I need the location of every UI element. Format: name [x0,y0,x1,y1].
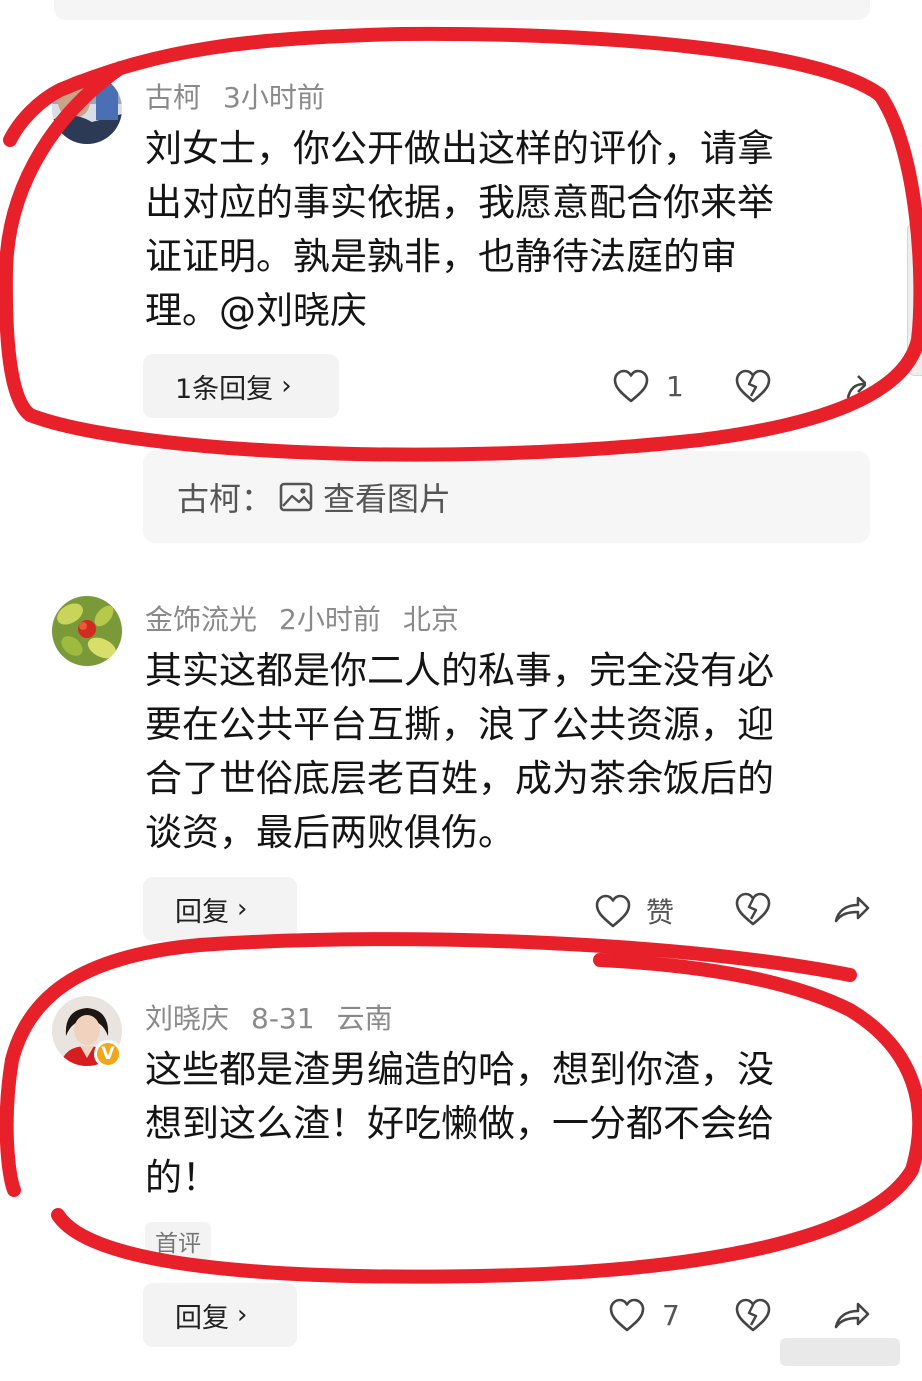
chevron-right-icon: › [281,371,292,401]
timestamp: 3小时前 [223,81,325,114]
like-count: 7 [662,1298,680,1332]
timestamp: 8-31 [251,1002,315,1035]
location: 北京 [402,603,459,636]
share-button[interactable] [832,1299,870,1331]
comment-text: 这些都是渣男编造的哈，想到你渣，没 想到这么渣！好吃懒做，一分都不会给 的！ [145,1043,845,1205]
view-replies-button[interactable]: 1条回复 › [143,354,339,418]
nested-reply-preview[interactable]: 古柯： 查看图片 [143,451,870,543]
like-button[interactable]: 赞 [594,891,674,931]
like-label: 赞 [646,896,675,929]
previous-comment-edge [54,0,870,20]
reply-button[interactable]: 回复 › [143,1283,297,1347]
comment-meta: 刘晓庆 8-31 云南 [145,997,415,1037]
comment-line: 的！ [145,1156,219,1199]
heart-icon [613,369,649,403]
share-button[interactable] [846,370,866,402]
comment-line: 刘女士，你公开做出这样的评价，请拿 [145,127,774,170]
comment-line: 证证明。孰是孰非，也静待法庭的审 [145,235,737,278]
comment-line: 谈资，最后两败俱伤。 [145,811,515,854]
like-button[interactable]: 7 [608,1297,680,1333]
avatar[interactable] [52,596,122,666]
username[interactable]: 古柯 [145,81,201,114]
location: 云南 [336,1002,393,1035]
share-icon [834,896,870,923]
share-button[interactable] [832,893,870,925]
reply-label: 回复 [175,1302,229,1334]
timestamp: 2小时前 [279,603,381,636]
comment-line: 想到这么渣！好吃懒做，一分都不会给 [145,1102,774,1145]
comment-line: 理。@刘晓庆 [145,289,367,332]
share-icon [834,1302,870,1329]
chevron-right-icon: › [237,894,248,924]
side-scroll-handle[interactable] [907,222,922,376]
image-icon [279,482,313,512]
comment-meta: 金饰流光 2小时前 北京 [145,598,481,638]
comment-line: 合了世俗底层老百姓，成为茶余饭后的 [145,757,774,800]
view-image-link[interactable]: 查看图片 [323,474,451,520]
reply-count-label: 1条回复 [175,373,274,405]
dislike-button[interactable] [734,368,772,404]
comment-line: 这些都是渣男编造的哈，想到你渣，没 [145,1048,774,1091]
first-comment-badge: 首评 [145,1222,211,1260]
verified-badge: V [94,1040,122,1068]
dislike-button[interactable] [734,891,772,927]
broken-heart-icon [735,892,771,926]
comment-line: 要在公共平台互撕，浪了公共资源，迎 [145,703,774,746]
username[interactable]: 金饰流光 [145,603,257,636]
dislike-button[interactable] [734,1297,772,1333]
comment-line: 出对应的事实依据，我愿意配合你来举 [145,181,774,224]
broken-heart-icon [735,369,771,403]
chevron-right-icon: › [237,1300,248,1330]
username[interactable]: 刘晓庆 [145,1002,229,1035]
heart-icon [595,894,631,928]
comment-text: 刘女士，你公开做出这样的评价，请拿 出对应的事实依据，我愿意配合你来举 证证明。… [145,122,845,338]
watermark [780,1338,900,1366]
comment-text: 其实这都是你二人的私事，完全没有必 要在公共平台互撕，浪了公共资源，迎 合了世俗… [145,644,845,860]
broken-heart-icon [735,1298,771,1332]
share-icon [846,375,866,399]
reply-button[interactable]: 回复 › [143,877,297,941]
reply-label: 回复 [175,896,229,928]
nested-reply-user[interactable]: 古柯： [177,474,273,520]
like-count: 1 [666,369,684,403]
heart-icon [609,1298,645,1332]
comment-line: 其实这都是你二人的私事，完全没有必 [145,649,774,692]
like-button[interactable]: 1 [612,368,684,404]
avatar[interactable] [52,74,122,144]
comment-meta: 古柯 3小时前 [145,76,347,116]
